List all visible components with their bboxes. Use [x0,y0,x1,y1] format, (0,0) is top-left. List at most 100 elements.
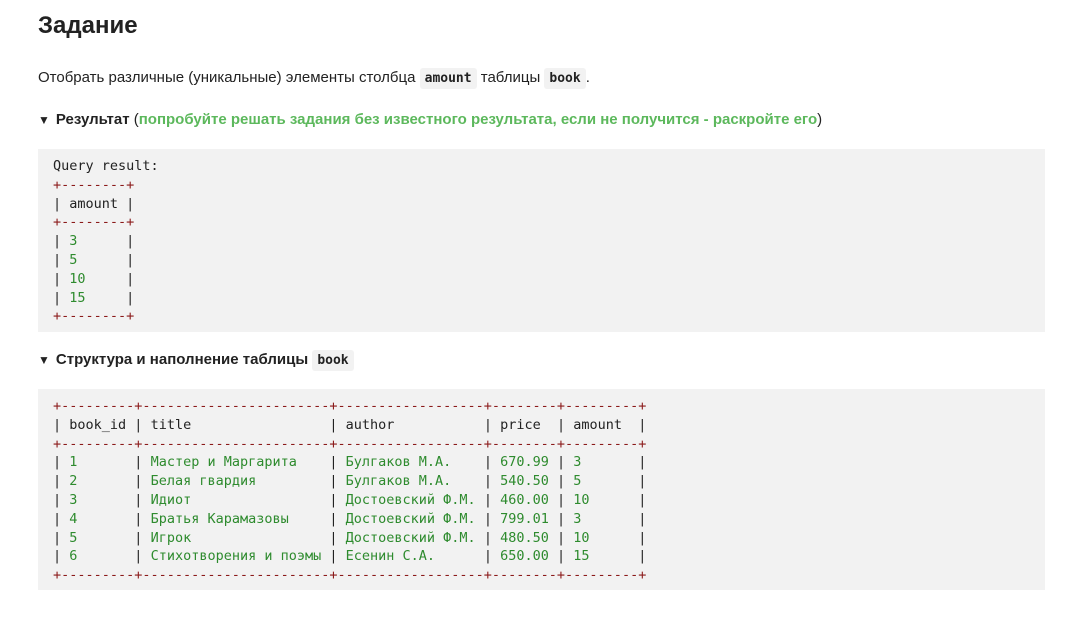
cell-divider: | [53,195,70,212]
table-cell: 4 [69,510,127,527]
table-row: | 3 | Идиот | Достоевский Ф.М. | 460.00 … [53,491,1045,510]
table-cell: 1 [69,454,127,471]
table-row: | 5 | Игрок | Достоевский Ф.М. | 480.50 … [53,529,1045,548]
cell-divider: | [475,491,501,508]
table-cell: Достоевский Ф.М. [345,510,476,527]
cell-divider: | [321,473,346,490]
table-cell: 15 [69,289,119,306]
code-book: book [544,68,586,89]
cell-divider: | [53,529,70,546]
table-cell: 460.00 [500,491,549,508]
cell-divider: | [475,548,501,565]
column-header: book_id [69,416,127,433]
cell-divider: | [53,289,70,306]
hint-close-paren: ) [817,111,823,128]
table-border: +--------+ [53,214,135,231]
table-structure-block: +---------+-----------------------+-----… [38,389,1045,590]
query-result-block: Query result: +--------+ | amount | +------… [38,149,1045,332]
cell-divider: | [630,548,647,565]
page-title: Задание [38,12,138,39]
table-cell: 10 [573,529,631,546]
cell-divider: | [475,454,501,471]
cell-divider: | [548,548,574,565]
task-page: Задание Отобрать различные (уникальные) … [0,0,1090,631]
cell-divider: | [53,510,70,527]
column-header: author [345,416,476,433]
table-border: +---------+-----------------------+-----… [53,435,647,452]
task-text-middle: таблицы [476,69,545,86]
triangle-down-icon: ▼ [38,353,50,367]
structure-label: Структура и наполнение таблицы [55,351,309,368]
table-row: | 15 | [53,289,1045,308]
result-label: Результат [55,111,130,128]
table-cell: Есенин С.А. [345,548,476,565]
table-cell: Достоевский Ф.М. [345,529,476,546]
cell-divider: | [53,491,70,508]
table-cell: 480.50 [500,529,549,546]
cell-divider: | [53,416,70,433]
triangle-down-icon: ▼ [38,113,50,127]
cell-divider: | [118,251,135,268]
table-cell: Достоевский Ф.М. [345,491,476,508]
cell-divider: | [53,473,70,490]
book-table: +---------+-----------------------+-----… [53,397,1045,585]
table-cell: Мастер и Маргарита [150,454,322,471]
table-cell: Булгаков М.А. [345,473,476,490]
table-row: | 10 | [53,270,1045,289]
structure-toggle[interactable]: ▼ Структура и наполнение таблицы book [38,349,354,372]
cell-divider: | [118,270,135,287]
code-table-name: book [312,350,354,371]
cell-divider: | [53,233,70,250]
cell-divider: | [126,491,151,508]
table-cell: Игрок [150,529,322,546]
cell-divider: | [118,233,135,250]
table-row: | 1 | Мастер и Маргарита | Булгаков М.А.… [53,453,1045,472]
table-cell: Белая гвардия [150,473,322,490]
cell-divider: | [126,510,151,527]
table-cell: Братья Карамазовы [150,510,322,527]
table-border: +---------+-----------------------+-----… [53,567,647,584]
column-header: amount [69,195,119,212]
cell-divider: | [321,529,346,546]
table-cell: 670.99 [500,454,549,471]
result-hint: попробуйте решать задания без известного… [138,111,818,128]
table-cell: 5 [69,529,127,546]
column-header: amount [573,416,631,433]
table-cell: 799.01 [500,510,549,527]
cell-divider: | [53,270,70,287]
cell-divider: | [126,416,151,433]
table-cell: 6 [69,548,127,565]
cell-divider: | [126,529,151,546]
cell-divider: | [475,529,501,546]
table-header-row: | amount | [53,195,1045,214]
table-cell: 540.50 [500,473,549,490]
table-row: | 6 | Стихотворения и поэмы | Есенин С.А… [53,547,1045,566]
cell-divider: | [118,195,135,212]
table-cell: Идиот [150,491,322,508]
table-border: +---------+-----------------------+-----… [53,398,647,414]
cell-divider: | [475,510,501,527]
table-cell: 3 [573,454,631,471]
table-cell: 15 [573,548,631,565]
cell-divider: | [321,510,346,527]
result-table: +--------+ | amount | +--------+ | 3 | | 5 |… [53,176,1045,326]
table-border: +--------+ [53,176,135,193]
table-header-row: | book_id | title | author | price | amo… [53,416,1045,435]
cell-divider: | [630,491,647,508]
cell-divider: | [118,289,135,306]
cell-divider: | [548,473,574,490]
table-row: | 3 | [53,232,1045,251]
cell-divider: | [126,473,151,490]
table-cell: Стихотворения и поэмы [150,548,322,565]
task-text-after: . [585,69,590,86]
cell-divider: | [53,548,70,565]
result-toggle[interactable]: ▼ Результат (попробуйте решать задания бе… [38,109,822,131]
cell-divider: | [53,251,70,268]
code-amount: amount [419,68,477,89]
table-row: | 2 | Белая гвардия | Булгаков М.А. | 54… [53,472,1045,491]
table-row: | 4 | Братья Карамазовы | Достоевский Ф.… [53,510,1045,529]
table-cell: 10 [69,270,119,287]
table-cell: 2 [69,473,127,490]
table-border: +--------+ [53,308,135,325]
cell-divider: | [321,548,346,565]
